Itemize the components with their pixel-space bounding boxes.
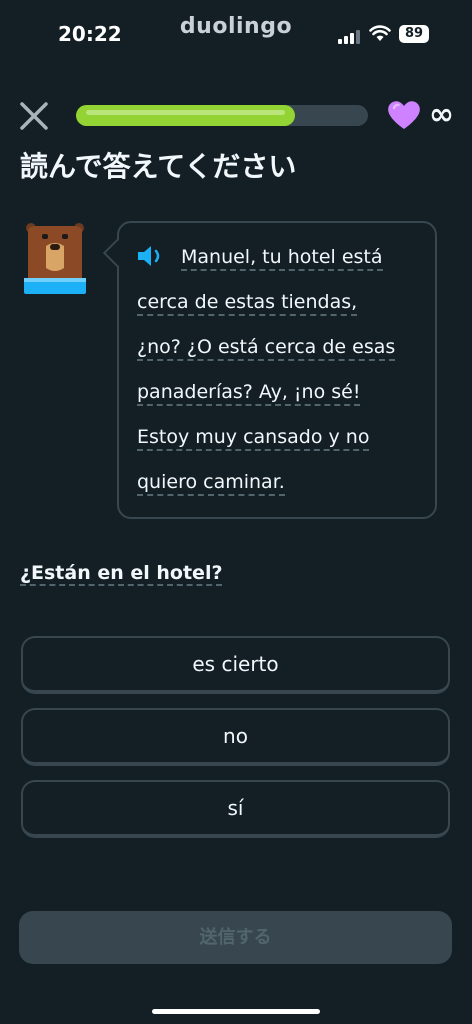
close-icon[interactable] [16,98,52,134]
question-text: ¿Están en el hotel? [20,562,223,586]
progress-shine [86,110,285,115]
passage-line-text[interactable]: panaderías? Ay, ¡no sé! [137,381,361,406]
answer-option-es-cierto[interactable]: es cierto [21,636,450,694]
passage-line: ¿no? ¿O está cerca de esas [137,325,427,370]
passage-line: cerca de estas tiendas, [137,280,427,325]
heart-icon[interactable] [386,99,422,131]
answer-option-si[interactable]: sí [21,780,450,838]
wifi-icon [369,25,391,41]
passage-line: panaderías? Ay, ¡no sé! [137,370,427,415]
passage-line-text[interactable]: cerca de estas tiendas, [137,291,358,316]
lesson-progress-bar [76,105,368,126]
battery-icon: 89 [399,25,429,43]
bear-character-icon [24,223,86,294]
passage-line-text[interactable]: ¿no? ¿O está cerca de esas [137,336,396,361]
hearts-count: ∞ [429,97,454,132]
reading-passage: Manuel, tu hotel está cerca de estas tie… [137,235,427,505]
passage-line-text[interactable]: quiero caminar. [137,471,285,496]
speech-bubble-tail [102,238,132,268]
progress-fill [76,105,295,126]
home-indicator [152,1009,320,1014]
question-label[interactable]: ¿Están en el hotel? [20,562,223,586]
answer-option-no[interactable]: no [21,708,450,766]
page-title: 読んで答えてください [20,150,297,183]
signal-icon [338,28,362,44]
speech-bubble: Manuel, tu hotel está cerca de estas tie… [102,221,437,519]
passage-line-text[interactable]: Manuel, tu hotel está [181,246,383,271]
passage-line-text[interactable]: Estoy muy cansado y no [137,426,370,451]
passage-line: Manuel, tu hotel está [137,235,427,280]
passage-line: Estoy muy cansado y no [137,415,427,460]
status-bar: 20:22 duolingo 89 [0,0,472,66]
submit-button[interactable]: 送信する [19,911,452,964]
passage-line: quiero caminar. [137,460,427,505]
